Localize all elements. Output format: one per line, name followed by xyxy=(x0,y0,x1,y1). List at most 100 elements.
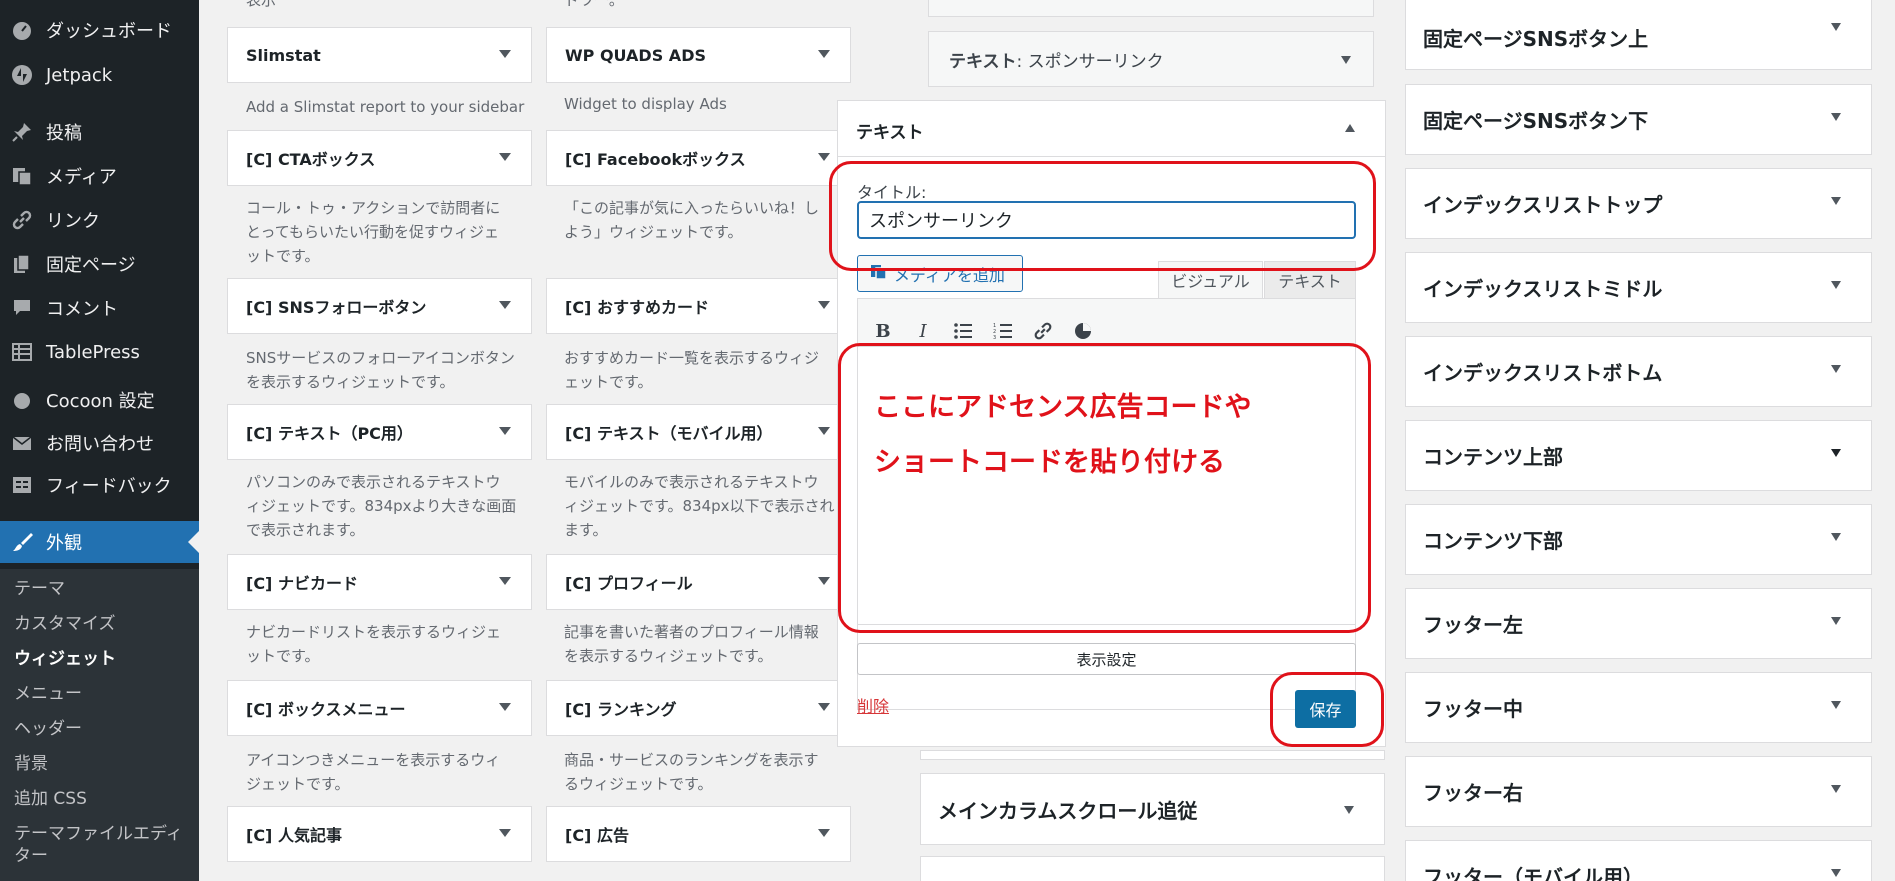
divider xyxy=(838,156,1385,157)
menu-pages[interactable]: 固定ページ xyxy=(0,246,199,282)
chevron-down-icon[interactable] xyxy=(499,301,511,309)
chevron-down-icon[interactable] xyxy=(818,829,830,837)
area-title: フッター左 xyxy=(1423,613,1523,637)
menu-posts[interactable]: 投稿 xyxy=(0,114,199,150)
submenu-themes[interactable]: テーマ xyxy=(14,578,65,600)
widget-wp-quads-ads[interactable]: WP QUADS ADS xyxy=(546,27,851,83)
submenu-theme-editor[interactable]: テーマファイルエディ xyxy=(14,823,183,845)
widget-facebook-box[interactable]: [C] Facebookボックス xyxy=(546,130,851,186)
widget-title-label: [C] SNSフォローボタン xyxy=(246,298,427,317)
link-icon[interactable] xyxy=(1030,318,1056,344)
chevron-down-icon[interactable] xyxy=(1344,806,1354,814)
chevron-down-icon[interactable] xyxy=(499,427,511,435)
area-index-list-middle[interactable]: インデックスリストミドル xyxy=(1405,252,1872,323)
chevron-down-icon[interactable] xyxy=(499,153,511,161)
area-index-list-bottom[interactable]: インデックスリストボトム xyxy=(1405,336,1872,407)
widget-profile[interactable]: [C] プロフィール xyxy=(546,554,851,610)
widget-text-mobile[interactable]: [C] テキスト（モバイル用） xyxy=(546,404,851,460)
desc-line: ットです。 xyxy=(246,247,320,265)
widget-ranking[interactable]: [C] ランキング xyxy=(546,680,851,736)
display-settings-button[interactable]: 表示設定 xyxy=(857,643,1356,675)
widget-text-pc[interactable]: [C] テキスト（PC用） xyxy=(227,404,532,460)
submenu-background[interactable]: 背景 xyxy=(14,753,48,775)
chevron-down-icon[interactable] xyxy=(818,153,830,161)
area-footer-right[interactable]: フッター右 xyxy=(1405,756,1872,827)
area-main-scroll[interactable]: メインカラムスクロール追従 xyxy=(920,773,1385,845)
area-title: フッター中 xyxy=(1423,697,1523,721)
menu-jetpack[interactable]: Jetpack xyxy=(0,57,199,93)
chevron-down-icon[interactable] xyxy=(1831,449,1841,457)
chevron-down-icon[interactable] xyxy=(1831,281,1841,289)
area-content-bottom[interactable]: コンテンツ下部 xyxy=(1405,504,1872,575)
menu-tablepress[interactable]: TablePress xyxy=(0,334,199,370)
chevron-up-icon[interactable] xyxy=(1345,124,1355,132)
desc-line: 「この記事が気に入ったらいいね！し xyxy=(564,199,820,217)
italic-icon[interactable]: I xyxy=(910,318,936,344)
widget-box-menu[interactable]: [C] ボックスメニュー xyxy=(227,680,532,736)
chevron-down-icon[interactable] xyxy=(818,703,830,711)
chevron-down-icon[interactable] xyxy=(1831,365,1841,373)
widget-collapsed[interactable] xyxy=(920,750,1385,760)
chevron-down-icon[interactable] xyxy=(818,427,830,435)
desc-line: おすすめカード一覧を表示するウィジ xyxy=(564,349,820,367)
chevron-down-icon[interactable] xyxy=(499,703,511,711)
link-icon xyxy=(9,207,35,233)
area-page-sns-bottom[interactable]: 固定ページSNSボタン下 xyxy=(1405,84,1872,155)
submenu-customize[interactable]: カスタマイズ xyxy=(14,613,116,635)
chevron-down-icon[interactable] xyxy=(818,577,830,585)
numbered-list-icon[interactable]: 123 xyxy=(990,318,1016,344)
menu-appearance[interactable]: 外観 xyxy=(0,521,199,563)
chevron-down-icon[interactable] xyxy=(818,301,830,309)
widget-recommend-card[interactable]: [C] おすすめカード xyxy=(546,278,851,334)
widget-sns-follow[interactable]: [C] SNSフォローボタン xyxy=(227,278,532,334)
submenu-theme-editor-cont: ター xyxy=(14,846,48,866)
chevron-down-icon[interactable] xyxy=(1831,533,1841,541)
menu-dashboard[interactable]: ダッシュボード xyxy=(0,12,199,48)
submenu-menus[interactable]: メニュー xyxy=(14,683,82,705)
chevron-down-icon[interactable] xyxy=(1831,785,1841,793)
widget-popular-posts[interactable]: [C] 人気記事 xyxy=(227,806,532,862)
area-footer-center[interactable]: フッター中 xyxy=(1405,672,1872,743)
menu-cocoon-settings[interactable]: Cocoon 設定 xyxy=(0,382,199,418)
editor-widget-title: テキスト xyxy=(856,123,924,143)
bold-icon[interactable]: B xyxy=(870,318,896,344)
menu-media[interactable]: メディア xyxy=(0,158,199,194)
menu-feedback[interactable]: フィードバック xyxy=(0,467,199,503)
chevron-down-icon[interactable] xyxy=(499,829,511,837)
area-index-list-top[interactable]: インデックスリストトップ xyxy=(1405,168,1872,239)
area-page-sns-top[interactable]: 固定ページSNSボタン上 xyxy=(1405,0,1872,70)
widget-sponsored-link[interactable]: テキスト: スポンサーリンク xyxy=(928,31,1374,87)
widget-ads[interactable]: [C] 広告 xyxy=(546,806,851,862)
submenu-widgets[interactable]: ウィジェット xyxy=(14,648,116,670)
widget-cta-box[interactable]: [C] CTAボックス xyxy=(227,130,532,186)
menu-links[interactable]: リンク xyxy=(0,202,199,238)
desc-line: 記事を書いた著者のプロフィール情報 xyxy=(564,623,819,641)
area-next[interactable] xyxy=(920,856,1385,881)
chevron-down-icon[interactable] xyxy=(1831,701,1841,709)
menu-contact[interactable]: お問い合わせ xyxy=(0,425,199,461)
submenu-additional-css[interactable]: 追加 CSS xyxy=(14,788,87,810)
bullet-list-icon[interactable] xyxy=(950,318,976,344)
chevron-down-icon[interactable] xyxy=(818,50,830,58)
area-footer-left[interactable]: フッター左 xyxy=(1405,588,1872,659)
widget-slimstat[interactable]: Slimstat xyxy=(227,27,532,83)
widget-navi-card[interactable]: [C] ナビカード xyxy=(227,554,532,610)
desc-line: ナビカードリストを表示するウィジェ xyxy=(246,623,502,641)
area-title: コンテンツ下部 xyxy=(1423,529,1563,553)
widget-collapsed-top[interactable] xyxy=(928,0,1374,17)
chevron-down-icon[interactable] xyxy=(1831,869,1841,877)
chevron-down-icon[interactable] xyxy=(499,577,511,585)
area-content-top[interactable]: コンテンツ上部 xyxy=(1405,420,1872,491)
chevron-down-icon[interactable] xyxy=(499,50,511,58)
cocoon-icon xyxy=(9,387,35,413)
submenu-header[interactable]: ヘッダー xyxy=(14,718,82,740)
delete-link[interactable]: 削除 xyxy=(857,693,889,717)
menu-comments[interactable]: コメント xyxy=(0,290,199,326)
area-footer-mobile[interactable]: フッター（モバイル用） xyxy=(1405,840,1872,881)
chevron-down-icon[interactable] xyxy=(1831,617,1841,625)
chevron-down-icon[interactable] xyxy=(1341,56,1351,64)
chevron-down-icon[interactable] xyxy=(1831,23,1841,31)
chevron-down-icon[interactable] xyxy=(1831,113,1841,121)
pie-chart-icon[interactable] xyxy=(1070,318,1096,344)
chevron-down-icon[interactable] xyxy=(1831,197,1841,205)
